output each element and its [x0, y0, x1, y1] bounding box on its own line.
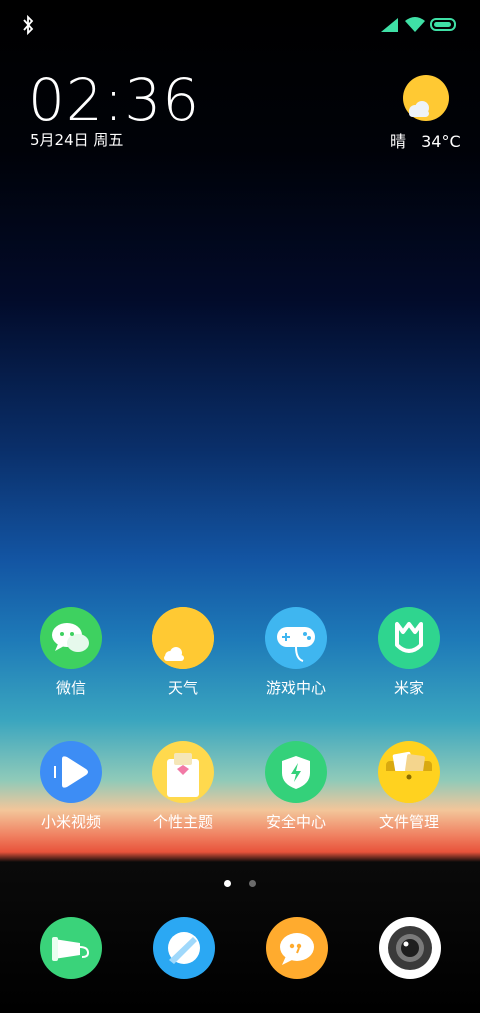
gamepad-icon: [265, 607, 327, 669]
wifi-icon: [405, 17, 425, 32]
video-play-icon: [40, 741, 102, 803]
dock-phone[interactable]: [40, 917, 102, 979]
app-label-file-manager: 文件管理: [378, 813, 439, 831]
cellular-signal-icon: [381, 18, 398, 32]
security-shield-icon: [265, 741, 327, 803]
app-label-game-center: 游戏中心: [265, 679, 326, 697]
page-indicator[interactable]: [0, 872, 480, 891]
bluetooth-icon: [23, 14, 34, 36]
camera-lens-icon: [388, 926, 432, 970]
weather-condition: 晴: [390, 132, 407, 151]
folder-icon: [378, 741, 440, 803]
app-wechat[interactable]: 微信: [16, 607, 126, 698]
weather-temperature: 34°C: [421, 132, 461, 151]
app-label-wechat: 微信: [55, 679, 86, 697]
app-mi-video[interactable]: 小米视频: [16, 741, 126, 832]
dock-messages[interactable]: [266, 917, 328, 979]
dock-camera[interactable]: [379, 917, 441, 979]
themes-icon: [152, 741, 214, 803]
page-dot-2[interactable]: [248, 880, 256, 887]
app-mijia[interactable]: 米家: [354, 607, 464, 698]
weather-icon: [152, 607, 214, 669]
weather-summary[interactable]: 晴 34°C: [390, 128, 471, 152]
app-label-themes: 个性主题: [152, 813, 213, 831]
lockscreen-clock[interactable]: 02:36: [28, 66, 200, 134]
browser-compass-icon: [168, 932, 200, 964]
mijia-icon: [378, 607, 440, 669]
app-label-security-center: 安全中心: [265, 813, 326, 831]
phone-call-icon: [52, 937, 90, 961]
app-label-mi-video: 小米视频: [40, 813, 101, 831]
app-file-manager[interactable]: 文件管理: [354, 741, 464, 832]
message-bubble-icon: [280, 933, 314, 965]
status-bar: [0, 0, 480, 50]
app-security-center[interactable]: 安全中心: [241, 741, 351, 832]
wechat-icon: [40, 607, 102, 669]
dock-browser[interactable]: [153, 917, 215, 979]
sunny-cloud-icon[interactable]: [402, 74, 450, 122]
battery-icon: [430, 18, 456, 31]
app-label-weather: 天气: [167, 679, 198, 697]
app-label-mijia: 米家: [393, 679, 424, 697]
app-game-center[interactable]: 游戏中心: [241, 607, 351, 698]
app-themes[interactable]: 个性主题: [128, 741, 238, 832]
page-dot-1[interactable]: [224, 880, 232, 887]
lockscreen-date: 5月24日 周五: [30, 131, 124, 149]
battery-level-fill: [434, 22, 452, 27]
app-weather[interactable]: 天气: [128, 607, 238, 698]
